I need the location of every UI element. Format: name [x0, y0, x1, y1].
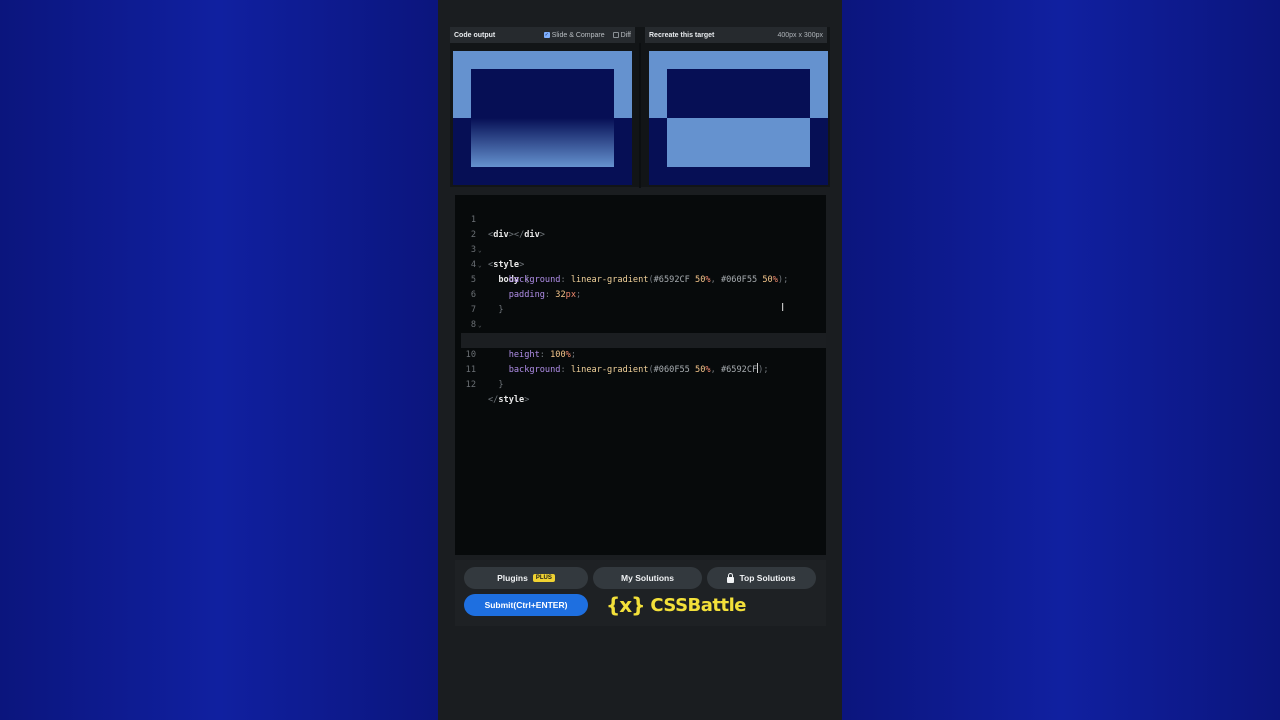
code-line[interactable]: 3 ⌄ body {: [455, 228, 826, 285]
code-editor[interactable]: 1 <div></div> 2 ⌄ <style> 3 ⌄ body { 4 b…: [455, 195, 826, 555]
submit-button[interactable]: Submit(Ctrl+ENTER): [464, 594, 588, 616]
plugins-label: Plugins: [497, 573, 528, 583]
code-line[interactable]: 12 </style>: [455, 363, 826, 405]
target-dimensions: 400px x 300px: [777, 31, 823, 39]
code-output-canvas[interactable]: [453, 51, 632, 185]
diff-toggle[interactable]: Diff: [612, 31, 631, 39]
target-title: Recreate this target: [649, 31, 715, 39]
submit-label: Submit(Ctrl+ENTER): [484, 600, 568, 610]
code-line[interactable]: 9 height: 100%;: [455, 318, 826, 360]
code-line[interactable]: 1 <div></div>: [455, 198, 826, 240]
output-div: [471, 69, 614, 167]
code-line[interactable]: 2 ⌄ <style>: [455, 213, 826, 270]
checkbox-checked-icon[interactable]: ✓: [543, 32, 550, 38]
target-div: [667, 69, 810, 167]
lock-icon: [727, 572, 735, 583]
code-line[interactable]: 8 width: 100%;: [455, 303, 826, 345]
my-solutions-label: My Solutions: [621, 573, 674, 583]
code-line[interactable]: 4 background: linear-gradient(#6592CF 50…: [455, 243, 826, 285]
target-canvas: [649, 51, 828, 185]
code-line[interactable]: 5 padding: 32px;: [455, 258, 826, 300]
code-text: }: [498, 380, 504, 390]
code-text: </style>: [488, 395, 530, 405]
plus-badge: PLUS: [532, 574, 555, 582]
cssbattle-logo-icon: {x}: [606, 593, 645, 617]
pane-divider[interactable]: [639, 43, 641, 188]
text-cursor-icon: I: [781, 301, 785, 314]
code-output-title: Code output: [454, 31, 496, 39]
code-line[interactable]: 11 }: [455, 348, 826, 390]
cssbattle-logo[interactable]: {x} CSSBattle: [606, 591, 747, 619]
target-header: Recreate this target 400px x 300px: [645, 27, 827, 43]
line-number: 12: [465, 380, 476, 390]
top-solutions-label: Top Solutions: [739, 573, 796, 583]
my-solutions-button[interactable]: My Solutions: [593, 567, 702, 589]
diff-label: Diff: [620, 31, 631, 39]
code-line[interactable]: 7 ⌄ div {: [455, 288, 826, 345]
checkbox-unchecked-icon[interactable]: [612, 32, 619, 38]
plugins-button[interactable]: Plugins PLUS: [464, 567, 588, 589]
background-right: [842, 0, 1280, 720]
top-solutions-button[interactable]: Top Solutions: [707, 567, 816, 589]
slide-compare-toggle[interactable]: ✓ Slide & Compare: [543, 31, 605, 39]
code-line[interactable]: 6 }: [455, 273, 826, 315]
code-output-header: Code output ✓ Slide & Compare Diff: [450, 27, 635, 43]
cssbattle-logo-text: CSSBattle: [650, 594, 747, 616]
code-line-active[interactable]: 10 background: linear-gradient(#060F55 5…: [461, 333, 826, 375]
background-left: [0, 0, 438, 720]
slide-compare-label: Slide & Compare: [551, 31, 605, 39]
